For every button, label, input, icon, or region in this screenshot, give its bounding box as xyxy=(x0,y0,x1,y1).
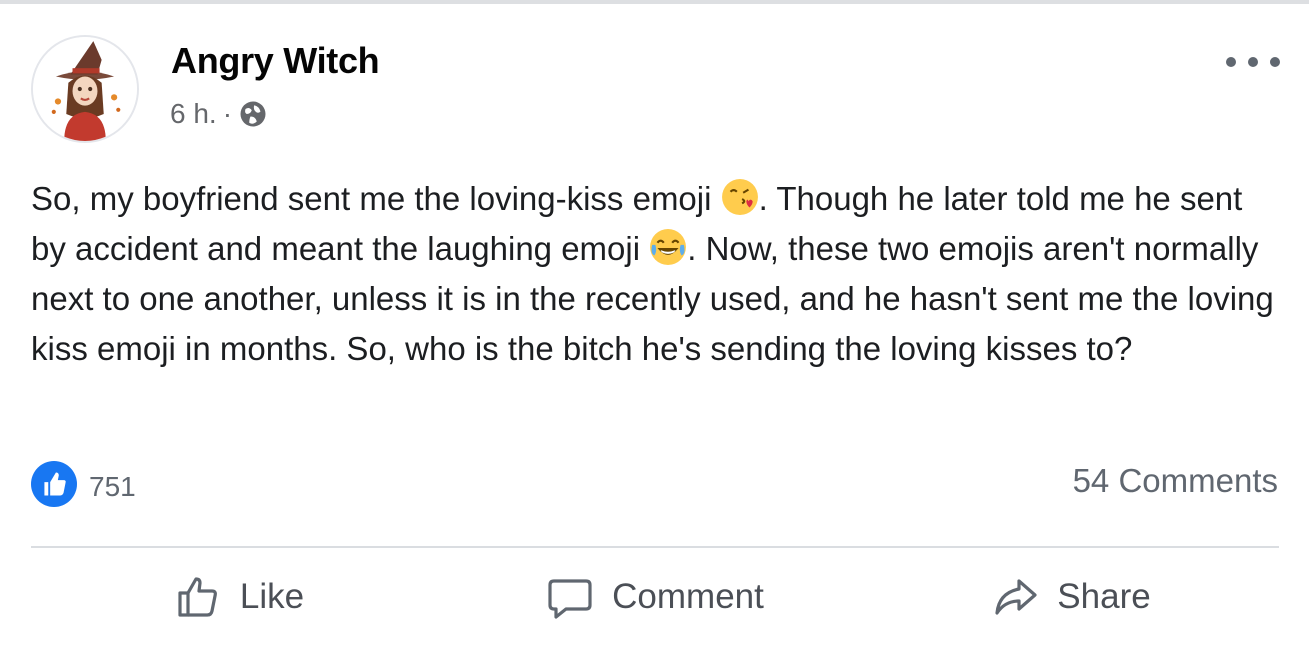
reactions-summary[interactable]: 751 xyxy=(31,461,136,507)
more-dot-icon xyxy=(1226,57,1236,67)
like-reaction-icon xyxy=(31,461,77,507)
like-label: Like xyxy=(239,577,305,616)
post-meta: 6 h. · xyxy=(170,98,268,130)
divider xyxy=(31,546,1279,548)
like-button[interactable]: Like xyxy=(31,560,447,634)
post-text-part: So, my boyfriend sent me the loving-kiss… xyxy=(31,180,721,217)
meta-separator: · xyxy=(222,98,233,129)
comments-count-link[interactable]: 54 Comments xyxy=(1073,462,1278,500)
top-border xyxy=(0,0,1309,4)
post-text: So, my boyfriend sent me the loving-kiss… xyxy=(31,174,1281,374)
like-count: 751 xyxy=(89,471,136,502)
action-bar: Like Comment Share xyxy=(31,560,1279,634)
share-icon xyxy=(995,579,1037,615)
comment-label: Comment xyxy=(612,577,764,616)
thumbs-up-icon xyxy=(178,577,217,617)
more-options-button[interactable] xyxy=(1226,52,1280,72)
more-dot-icon xyxy=(1248,57,1258,67)
avatar[interactable] xyxy=(31,35,139,143)
face-with-tears-of-joy-emoji xyxy=(649,228,687,266)
more-dot-icon xyxy=(1270,57,1280,67)
share-button[interactable]: Share xyxy=(863,560,1279,634)
author-name[interactable]: Angry Witch xyxy=(171,40,380,82)
comment-button[interactable]: Comment xyxy=(447,560,863,634)
post-timestamp[interactable]: 6 h. xyxy=(170,98,217,130)
share-label: Share xyxy=(1057,577,1151,616)
comment-icon xyxy=(548,579,592,619)
globe-icon xyxy=(240,101,266,127)
face-blowing-kiss-emoji xyxy=(721,178,759,216)
